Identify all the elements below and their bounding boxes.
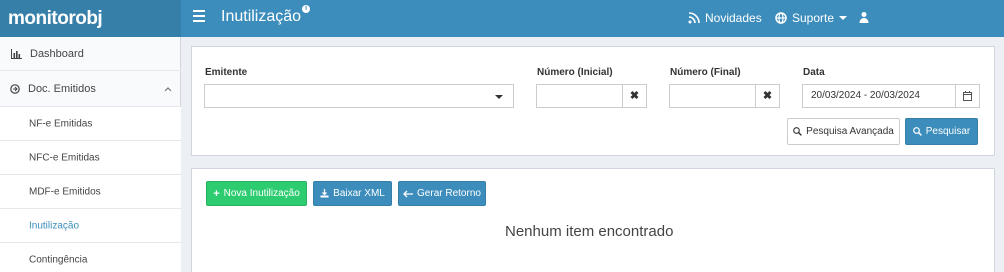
arrow-circle-icon [10, 84, 20, 94]
gerar-retorno-button[interactable]: Gerar Retorno [398, 181, 486, 206]
download-xml-label: Baixar XML [333, 188, 385, 199]
numero-final-input[interactable] [669, 84, 756, 108]
globe-icon [775, 12, 787, 24]
sidebar-subitem-label: NF-e Emitidas [29, 118, 93, 129]
numero-final-label: Número (Final) [670, 67, 741, 78]
emitente-label: Emitente [205, 67, 248, 78]
sidebar-subitem-label: NFC-e Emitidas [29, 152, 100, 163]
nav-suporte-label: Suporte [792, 11, 835, 25]
search-icon [912, 127, 922, 136]
new-inutilizacao-label: Nova Inutilização [223, 188, 300, 199]
advanced-search-label: Pesquisa Avançada [806, 126, 894, 137]
bar-chart-icon [11, 49, 22, 59]
new-inutilizacao-button[interactable]: + Nova Inutilização [206, 181, 307, 206]
nav-user[interactable] [858, 11, 870, 23]
sidebar: Dashboard Doc. Emitidos NF-e Emitidas NF… [0, 37, 181, 272]
results-panel: + Nova Inutilização Baixar XML Gerar Ret… [191, 168, 995, 272]
emitente-select[interactable] [204, 84, 514, 108]
numero-inicial-input[interactable] [536, 84, 623, 108]
advanced-search-button[interactable]: Pesquisa Avançada [787, 118, 900, 145]
logo: monitorobj [8, 8, 103, 29]
plus-icon: + [213, 187, 220, 200]
sidebar-item-doc-emitidos[interactable]: Doc. Emitidos [0, 71, 181, 107]
dropdown-caret-icon [495, 95, 503, 99]
page-title: Inutilização i [221, 5, 311, 26]
nav-novidades-label: Novidades [705, 11, 762, 25]
data-label: Data [803, 67, 825, 78]
sidebar-subitem-nfce-emitidas[interactable]: NFC-e Emitidas [0, 141, 181, 175]
sidebar-subitem-label: MDF-e Emitidos [29, 186, 101, 197]
sidebar-subitem-label: Inutilização [29, 220, 80, 231]
numero-inicial-label: Número (Inicial) [537, 67, 613, 78]
arrow-left-icon [403, 190, 414, 197]
sidebar-subitem-nfe-emitidas[interactable]: NF-e Emitidas [0, 107, 181, 141]
calendar-icon [963, 91, 972, 101]
clear-numero-final-button[interactable]: ✖ [756, 84, 780, 108]
calendar-button[interactable] [956, 84, 980, 108]
date-range-input[interactable]: 20/03/2024 - 20/03/2024 [802, 84, 956, 108]
page-title-text: Inutilização [221, 8, 302, 25]
gerar-retorno-label: Gerar Retorno [417, 188, 481, 199]
clear-numero-inicial-button[interactable]: ✖ [623, 84, 647, 108]
download-xml-button[interactable]: Baixar XML [313, 181, 392, 206]
sidebar-item-label: Doc. Emitidos [28, 82, 96, 95]
sidebar-item-label: Dashboard [30, 47, 84, 60]
search-plus-icon [793, 127, 803, 136]
chevron-up-icon [164, 87, 172, 92]
logo-area[interactable]: monitorobj [0, 0, 181, 37]
download-icon [320, 189, 329, 198]
search-label: Pesquisar [925, 126, 971, 137]
sidebar-item-dashboard[interactable]: Dashboard [0, 37, 181, 71]
nav-novidades[interactable]: Novidades [688, 11, 762, 25]
rss-icon [688, 12, 700, 24]
search-button[interactable]: Pesquisar [905, 118, 978, 145]
sidebar-subitem-label: Contingência [29, 254, 88, 265]
sidebar-subitem-inutilizacao[interactable]: Inutilização [0, 209, 181, 243]
sidebar-subitem-mdfe-emitidos[interactable]: MDF-e Emitidos [0, 175, 181, 209]
user-icon [859, 12, 869, 23]
empty-state-message: Nenhum item encontrado [505, 223, 674, 240]
hamburger-menu-icon[interactable] [193, 10, 206, 24]
nav-suporte[interactable]: Suporte [775, 11, 848, 25]
info-icon[interactable]: i [302, 5, 311, 13]
sidebar-subitem-contingencia[interactable]: Contingência [0, 243, 181, 272]
caret-down-icon [839, 16, 848, 20]
filter-panel: Emitente Número (Inicial) ✖ Número (Fina… [191, 46, 995, 156]
top-navbar: monitorobj Inutilização i Novidades Supo… [0, 0, 1004, 37]
